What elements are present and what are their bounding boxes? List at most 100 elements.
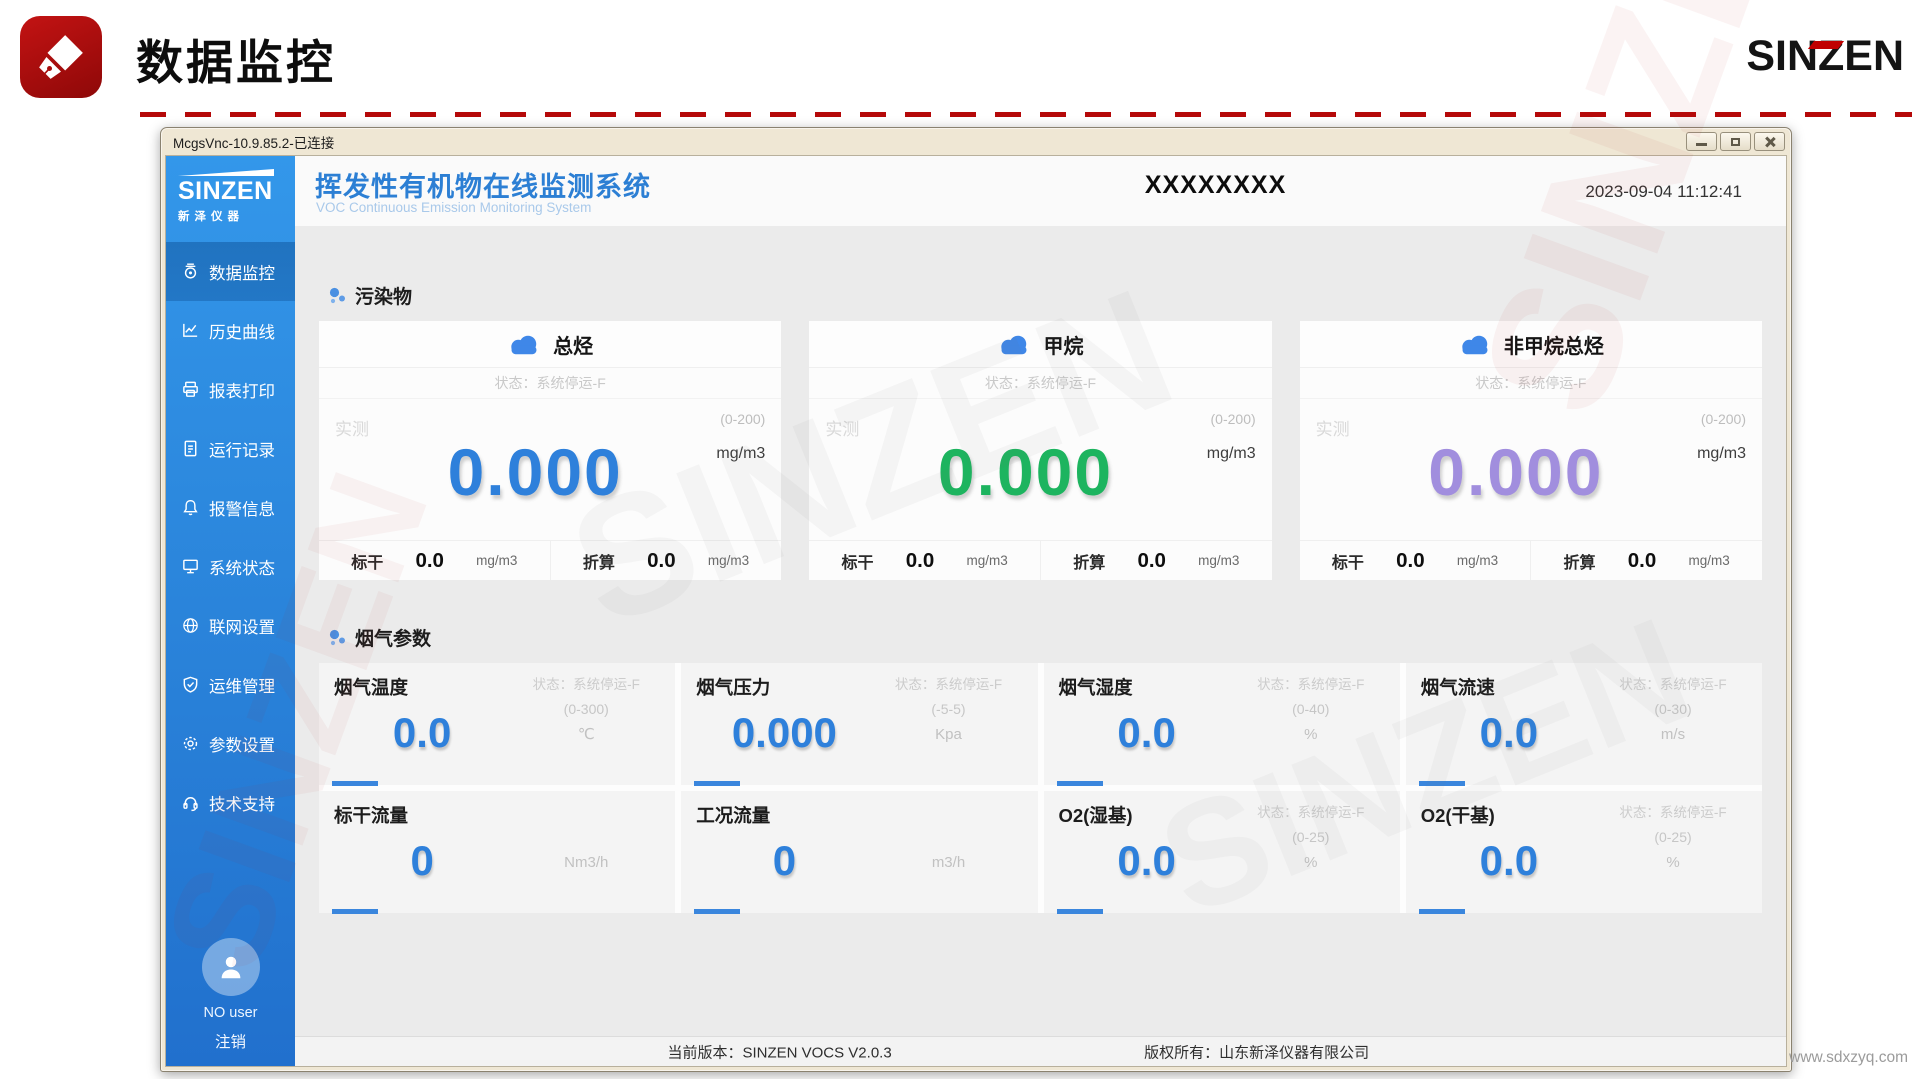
sidebar-item-label: 数据监控 [209,260,275,284]
cloud-icon [1458,333,1492,355]
sidebar-item-label: 系统状态 [209,555,275,579]
maximize-button[interactable] [1720,132,1751,151]
status-text: 状态：系统停运-F [505,672,667,697]
sidebar-item-system-status[interactable]: 系统状态 [166,537,295,596]
close-button[interactable] [1754,132,1785,151]
sidebar-item-alarm-info[interactable]: 报警信息 [166,478,295,537]
status-text: 状态：系统停运-F [809,368,1271,399]
version-text: 当前版本：SINZEN VOCS V2.0.3 [667,1041,891,1062]
pollutant-name: 非甲烷总烃 [1504,330,1604,359]
measured-label: 实测 [335,415,369,440]
flue-card-dry-flow: 标干流量 Nm3/h 0 [319,791,675,913]
sidebar-item-data-monitor[interactable]: 数据监控 [166,242,295,301]
app-header: 挥发性有机物在线监测系统 VOC Continuous Emission Mon… [295,156,1786,226]
unit-label: % [1230,722,1392,747]
measured-value: 0.000 [1428,439,1603,505]
status-text: 状态：系统停运-F [1230,672,1392,697]
dots-icon [327,286,347,306]
flue-section-header: 烟气参数 [327,624,1762,651]
unit-label: Nm3/h [505,850,667,875]
flue-card-pressure: 烟气压力 状态：系统停运-F (-5-5) Kpa 0.000 [681,663,1037,785]
range-label: (0-200) [720,411,765,427]
page-title: 数据监控 [136,24,336,93]
flue-card-o2-dry: O2(干基) 状态：系统停运-F (0-25) % 0.0 [1406,791,1762,913]
flue-value: 0.0 [1064,817,1230,905]
flue-value: 0.000 [701,689,867,777]
network-settings-icon [181,616,200,635]
copyright-text: 版权所有：山东新泽仪器有限公司 [1144,1041,1369,1062]
cloud-icon [507,333,541,355]
history-curve-icon [181,321,200,340]
status-text: 状态：系统停运-F [1230,800,1392,825]
pollutants-section-header: 污染物 [327,282,1762,309]
flue-card-humidity: 烟气湿度 状态：系统停运-F (0-40) % 0.0 [1044,663,1400,785]
range-label: (0-300) [505,697,667,722]
unit-label: mg/m3 [1697,445,1746,463]
system-subtitle: VOC Continuous Emission Monitoring Syste… [316,200,591,215]
monitor-icon [181,262,200,281]
sidebar-item-label: 历史曲线 [209,319,275,343]
dry-basis-readout: 标干 0.0 mg/m3 [809,541,1040,580]
unit-label: m3/h [868,850,1030,875]
close-icon [1764,137,1775,147]
flue-value: 0 [339,817,505,905]
main-area: 污染物 总烃 状态：系统停运-F 实测 (0-200) [295,226,1786,1036]
sidebar-item-report-print[interactable]: 报表打印 [166,360,295,419]
sidebar-item-label: 技术支持 [209,791,275,815]
sidebar-logo-subtext: 新泽仪器 [178,208,285,224]
maximize-icon [1731,138,1740,146]
sidebar-item-label: 运维管理 [209,673,275,697]
sidebar-logo: SINZEN 新泽仪器 [166,156,295,230]
status-text: 状态：系统停运-F [1592,800,1754,825]
range-label [505,825,667,850]
flue-card-actual-flow: 工况流量 m3/h 0 [681,791,1037,913]
user-name: NO user [166,1005,295,1021]
dry-basis-readout: 标干 0.0 mg/m3 [319,541,550,580]
unit-label: mg/m3 [716,445,765,463]
brand-logo: SINZEN [1746,32,1904,81]
window-title: McgsVnc-10.9.85.2-已连接 [173,132,334,152]
window-titlebar[interactable]: McgsVnc-10.9.85.2-已连接 [161,128,1791,155]
sidebar-item-tech-support[interactable]: 技术支持 [166,773,295,832]
range-label: (0-200) [1211,411,1256,427]
sidebar-item-network-settings[interactable]: 联网设置 [166,596,295,655]
app-root: SINZEN 新泽仪器 数据监控 历史曲线 [165,155,1787,1067]
range-label: (-5-5) [868,697,1030,722]
sidebar-item-run-record[interactable]: 运行记录 [166,419,295,478]
user-icon [216,952,246,982]
tech-support-icon [181,793,200,812]
unit-label: mg/m3 [1207,445,1256,463]
measured-label: 实测 [1316,415,1350,440]
sidebar-item-parameter-settings[interactable]: 参数设置 [166,714,295,773]
ops-management-icon [181,675,200,694]
unit-label: Kpa [868,722,1030,747]
sidebar-item-ops-management[interactable]: 运维管理 [166,655,295,714]
run-record-icon [181,439,200,458]
flue-grid: 烟气温度 状态：系统停运-F (0-300) ℃ 0.0 烟气压力 状态：系统停… [319,663,1762,913]
pollutant-card-methane: 甲烷 状态：系统停运-F 实测 (0-200) mg/m3 0.000 标干 [809,321,1271,580]
sidebar-item-history-curve[interactable]: 历史曲线 [166,301,295,360]
converted-readout: 折算 0.0 mg/m3 [1530,541,1762,580]
sidebar-menu: 数据监控 历史曲线 报表打印 [166,242,295,832]
unit-label: ℃ [505,722,667,747]
system-title: 挥发性有机物在线监测系统 [315,165,651,204]
range-label: (0-25) [1592,825,1754,850]
logout-button[interactable]: 注销 [166,1030,295,1052]
pollutant-card-nmhc: 非甲烷总烃 状态：系统停运-F 实测 (0-200) mg/m3 0.000 标… [1300,321,1762,580]
sidebar-item-label: 参数设置 [209,732,275,756]
measured-label: 实测 [825,415,859,440]
flue-value: 0.0 [1426,689,1592,777]
sidebar-user-block: NO user 注销 [166,938,295,1066]
converted-readout: 折算 0.0 mg/m3 [550,541,782,580]
measured-value: 0.000 [938,439,1113,505]
sidebar: SINZEN 新泽仪器 数据监控 历史曲线 [166,156,295,1066]
pollutants-section-title: 污染物 [355,282,412,309]
website-url: www.sdxzyq.com [1789,1049,1908,1067]
pollutant-name: 甲烷 [1043,330,1083,359]
system-status-icon [181,557,200,576]
unit-label: % [1230,850,1392,875]
minimize-button[interactable] [1686,132,1717,151]
range-label: (0-200) [1701,411,1746,427]
avatar[interactable] [202,938,260,996]
slide-pen-icon [20,16,102,98]
